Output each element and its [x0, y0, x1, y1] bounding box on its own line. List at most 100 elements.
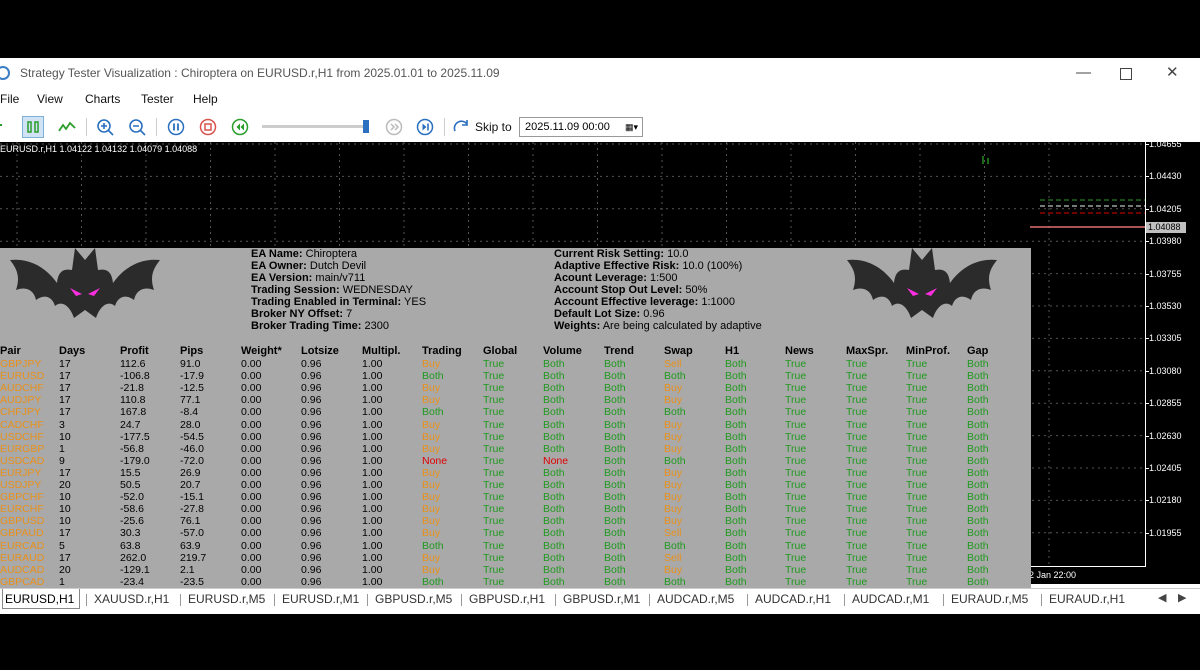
table-cell: 1.00: [362, 515, 383, 528]
table-cell: Both: [422, 370, 444, 383]
speed-slider-track[interactable]: [262, 125, 368, 128]
calendar-dropdown-icon[interactable]: ▦▾: [625, 118, 638, 136]
minimize-button[interactable]: —: [1076, 65, 1091, 80]
info-value: 10.0 (100%): [679, 260, 743, 272]
table-cell: 20: [59, 563, 71, 576]
table-cell: Both: [725, 442, 747, 455]
table-cell: 3: [59, 418, 65, 431]
table-cell: Both: [604, 479, 626, 491]
menu-view[interactable]: View: [37, 88, 63, 110]
pair-cell: USDCHF: [0, 430, 44, 443]
table-cell: -21.8: [120, 382, 144, 395]
table-cell: 1.00: [362, 575, 383, 588]
chart-tab[interactable]: EURUSD,H1: [2, 589, 81, 609]
table-cell: True: [483, 479, 505, 491]
table-cell: Sell: [664, 551, 682, 564]
skip-to-datetime[interactable]: 2025.11.09 00:00 ▦▾: [519, 117, 643, 137]
table-cell: Both: [543, 394, 565, 407]
table-cell: True: [785, 551, 807, 564]
table-cell: Both: [543, 575, 565, 588]
menu-charts[interactable]: Charts: [85, 88, 120, 110]
table-cell: 0.00: [241, 430, 262, 443]
table-cell: True: [785, 539, 807, 552]
info-value: 0.96: [640, 308, 665, 320]
bar-chart-icon[interactable]: [0, 116, 14, 138]
chart-tab[interactable]: EURAUD.r,H1: [1049, 592, 1125, 606]
skip-to-icon[interactable]: [451, 116, 473, 138]
zoom-in-icon[interactable]: [94, 116, 116, 138]
table-cell: -46.0: [180, 442, 204, 455]
table-cell: Both: [725, 430, 747, 443]
chart-tab[interactable]: AUDCAD.r,H1: [755, 592, 831, 606]
table-cell: True: [906, 406, 928, 419]
table-cell: 1.00: [362, 491, 383, 504]
menu-tester[interactable]: Tester: [141, 88, 174, 110]
info-label: Default Lot Size:: [554, 308, 641, 320]
table-cell: 0.00: [241, 563, 262, 576]
maximize-button[interactable]: [1120, 68, 1132, 80]
stop-icon[interactable]: [197, 116, 219, 138]
pause-icon[interactable]: [165, 116, 187, 138]
table-cell: Both: [967, 527, 989, 540]
menu-file[interactable]: File: [0, 88, 19, 110]
speed-slider-thumb[interactable]: [363, 120, 369, 133]
price-chart[interactable]: EURUSD.r,H1 1.04122 1.04132 1.04079 1.04…: [0, 139, 1200, 602]
table-cell: True: [906, 479, 928, 491]
table-cell: True: [846, 430, 868, 443]
chart-tab[interactable]: AUDCAD.r,M5: [657, 592, 734, 606]
zoom-out-icon[interactable]: [126, 116, 148, 138]
table-cell: 0.96: [301, 442, 322, 455]
line-chart-icon[interactable]: [56, 116, 78, 138]
skip-end-icon[interactable]: [414, 116, 436, 138]
current-price-label: 1.04088: [1146, 222, 1186, 233]
info-label: Weights:: [554, 320, 601, 332]
chart-tab[interactable]: XAUUSD.r,H1: [94, 592, 169, 606]
table-cell: True: [483, 563, 505, 576]
candlestick-icon[interactable]: [22, 116, 44, 138]
chart-tab[interactable]: AUDCAD.r,M1: [852, 592, 929, 606]
pair-cell: CHFJPY: [0, 406, 41, 419]
table-cell: True: [906, 382, 928, 395]
table-cell: Both: [967, 454, 989, 467]
step-icon[interactable]: [383, 116, 405, 138]
tab-scroll-left-icon[interactable]: ◀: [1158, 591, 1166, 604]
table-cell: 1.00: [362, 454, 383, 467]
table-cell: Both: [725, 394, 747, 407]
table-cell: 0.96: [301, 491, 322, 504]
info-label: EA Name:: [251, 248, 303, 260]
table-cell: Both: [967, 406, 989, 419]
table-cell: True: [785, 466, 807, 479]
chart-tab[interactable]: EURUSD.r,M1: [282, 592, 359, 606]
pair-cell: GBPCHF: [0, 491, 44, 504]
table-cell: -25.6: [120, 515, 144, 528]
table-cell: Both: [725, 491, 747, 504]
table-cell: Both: [967, 491, 989, 504]
table-cell: True: [846, 491, 868, 504]
close-button[interactable]: ✕: [1166, 65, 1179, 80]
table-cell: 28.0: [180, 418, 201, 431]
table-cell: 63.8: [120, 539, 141, 552]
chart-tab[interactable]: EURUSD.r,M5: [188, 592, 265, 606]
chart-tab[interactable]: GBPUSD.r,M5: [375, 592, 452, 606]
table-cell: True: [846, 479, 868, 491]
table-cell: 0.00: [241, 503, 262, 516]
menu-help[interactable]: Help: [193, 88, 218, 110]
info-value: Are being calculated by adaptive: [600, 320, 762, 332]
table-cell: 219.7: [180, 551, 207, 564]
chart-tab[interactable]: GBPUSD.r,H1: [469, 592, 545, 606]
table-cell: 76.1: [180, 515, 201, 528]
rewind-icon[interactable]: [229, 116, 251, 138]
table-cell: Buy: [664, 515, 683, 528]
table-cell: 0.96: [301, 479, 322, 491]
pair-cell: EURJPY: [0, 466, 42, 479]
table-cell: Both: [604, 358, 626, 370]
table-cell: 0.96: [301, 406, 322, 419]
table-cell: 77.1: [180, 394, 201, 407]
tab-scroll-right-icon[interactable]: ▶: [1178, 591, 1186, 604]
chart-tab[interactable]: EURAUD.r,M5: [951, 592, 1028, 606]
column-header: Global: [483, 345, 518, 357]
table-cell: Both: [664, 406, 686, 419]
chart-tab[interactable]: GBPUSD.r,M1: [563, 592, 640, 606]
table-cell: 1.00: [362, 466, 383, 479]
pair-cell: EURCAD: [0, 539, 45, 552]
